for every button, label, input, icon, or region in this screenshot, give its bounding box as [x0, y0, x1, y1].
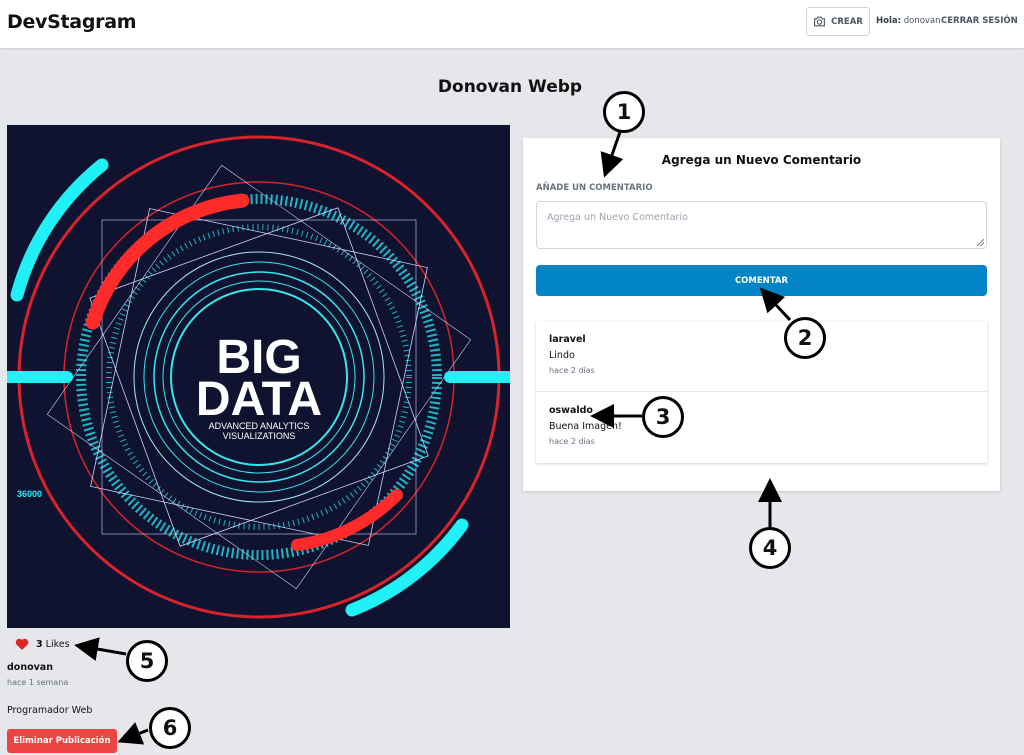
annotation-marker-6: 6: [149, 707, 191, 749]
comment-user[interactable]: oswaldo: [549, 405, 974, 416]
artwork-data-text: DATA: [196, 373, 322, 426]
post-time: hace 1 semana: [7, 678, 69, 687]
create-post-label: CREAR: [831, 16, 863, 27]
post-author[interactable]: donovan: [7, 662, 53, 673]
brand-logo[interactable]: DevStagram: [7, 11, 137, 33]
likes-label: Likes: [45, 638, 70, 650]
comment-field-label: Añade un Comentario: [536, 183, 653, 193]
post-image: BIG DATA ADVANCED ANALYTICS VISUALIZATIO…: [7, 125, 510, 628]
greeting-label: Hola:: [876, 16, 902, 26]
likes-text: 3 Likes: [36, 639, 70, 650]
comment-text: Buena Imagen!: [549, 421, 622, 432]
resize-handle-icon[interactable]: [977, 239, 984, 246]
comment-user[interactable]: laravel: [549, 334, 974, 345]
comment-text: Lindo: [549, 350, 575, 361]
likes-row: 3 Likes: [15, 638, 70, 650]
likes-count: 3: [36, 638, 43, 650]
comment-panel: Agrega un Nuevo Comentario Añade un Come…: [523, 138, 1000, 491]
big-data-artwork: BIG DATA ADVANCED ANALYTICS VISUALIZATIO…: [7, 125, 510, 628]
camera-icon: [814, 16, 826, 27]
delete-post-button[interactable]: Eliminar Publicación: [7, 729, 117, 753]
post-description: Programador Web: [7, 705, 93, 716]
comment-placeholder: Agrega un Nuevo Comentario: [547, 212, 688, 223]
artwork-subtitle-1: ADVANCED ANALYTICS: [209, 421, 310, 431]
comment-date: hace 2 días: [549, 366, 595, 375]
annotation-marker-3: 3: [642, 396, 684, 438]
annotation-marker-4: 4: [749, 527, 791, 569]
greeting-username: donovan: [903, 16, 941, 26]
page-title: Donovan Webp: [437, 77, 583, 97]
top-navbar: DevStagram CREAR Hola: donovan CERRAR SE…: [0, 0, 1024, 48]
comment-date: hace 2 días: [549, 437, 595, 446]
create-post-button[interactable]: CREAR: [806, 7, 870, 36]
annotation-marker-5: 5: [126, 640, 168, 682]
heart-icon[interactable]: [15, 638, 29, 650]
annotation-marker-2: 2: [784, 317, 826, 359]
artwork-subtitle-2: VISUALIZATIONS: [223, 431, 296, 441]
comment-submit-button[interactable]: COMENTAR: [536, 265, 987, 296]
comments-list: laravel Lindo hace 2 días oswaldo Buena …: [536, 321, 987, 463]
artwork-number: 36000: [17, 489, 42, 499]
logout-link[interactable]: CERRAR SESIÓN: [941, 16, 1018, 26]
comment-item: laravel Lindo hace 2 días: [536, 321, 987, 392]
comment-item: oswaldo Buena Imagen! hace 2 días: [536, 392, 987, 463]
greeting: Hola: donovan: [876, 16, 941, 26]
comment-textarea[interactable]: Agrega un Nuevo Comentario: [536, 201, 987, 249]
annotation-marker-1: 1: [603, 91, 645, 133]
comment-panel-title: Agrega un Nuevo Comentario: [661, 153, 862, 167]
